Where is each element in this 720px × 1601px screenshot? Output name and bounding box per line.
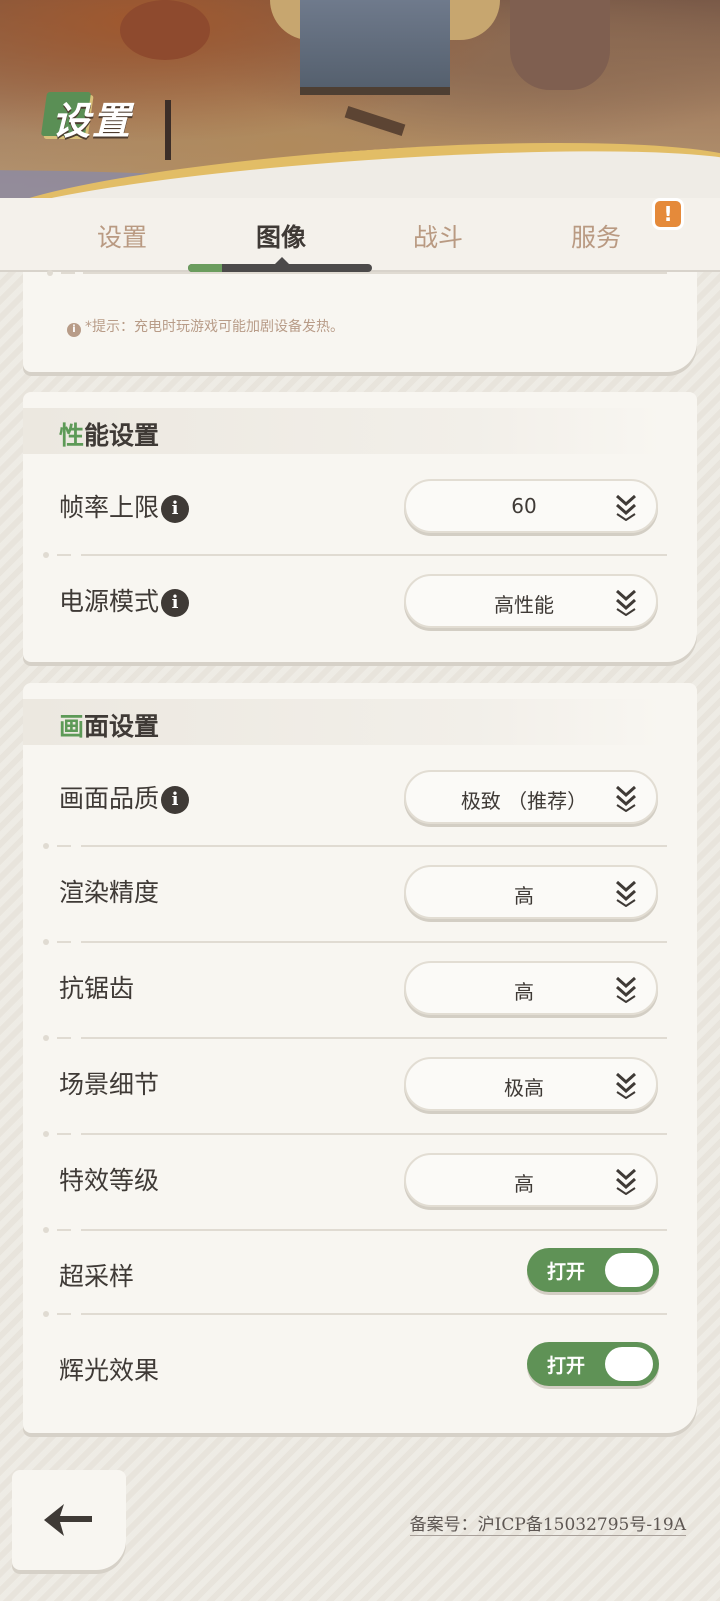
effects-level-label: 特效等级 <box>59 1166 160 1195</box>
previous-settings-card: i *提示：充电时玩游戏可能加剧设备发热。 <box>23 270 697 372</box>
info-icon[interactable]: i <box>161 495 190 523</box>
anti-aliasing-label: 抗锯齿 <box>59 974 135 1003</box>
back-arrow-icon <box>44 1504 92 1536</box>
performance-settings-card: 性能设置 帧率上限 i 60 电源模式 i 高性能 <box>23 392 697 662</box>
tab-settings[interactable]: 设置 <box>62 218 182 254</box>
frame-rate-label: 帧率上限 i <box>59 488 190 524</box>
scene-detail-select[interactable]: 极高 <box>404 1057 658 1111</box>
scene-detail-label: 场景细节 <box>59 1070 160 1099</box>
supersampling-label: 超采样 <box>59 1262 135 1291</box>
bloom-label: 辉光效果 <box>59 1356 160 1385</box>
chevron-down-icon <box>616 785 636 812</box>
anti-aliasing-select[interactable]: 高 <box>404 961 658 1015</box>
effects-level-select[interactable]: 高 <box>404 1153 658 1207</box>
quality-label: 画面品质 i <box>59 779 190 815</box>
info-icon[interactable]: i <box>161 786 190 814</box>
chevron-down-icon <box>616 976 636 1003</box>
render-precision-label: 渲染精度 <box>59 878 160 907</box>
power-mode-label: 电源模式 i <box>59 582 190 618</box>
charging-hint: i *提示：充电时玩游戏可能加剧设备发热。 <box>67 316 344 337</box>
section-title-performance: 性能设置 <box>59 421 160 450</box>
toggle-knob <box>605 1253 653 1287</box>
tab-service[interactable]: 服务 <box>536 218 656 254</box>
power-mode-select[interactable]: 高性能 <box>404 574 658 628</box>
page-title: 设置 <box>52 99 133 143</box>
tab-battle[interactable]: 战斗 <box>378 218 498 254</box>
chevron-down-icon <box>616 589 636 616</box>
back-button[interactable] <box>12 1470 126 1570</box>
header-banner: 设置 <box>0 0 720 210</box>
chevron-down-icon <box>616 494 636 521</box>
info-icon[interactable]: i <box>161 589 190 617</box>
supersampling-toggle[interactable]: 打开 <box>527 1248 659 1292</box>
graphics-settings-card: 画面设置 画面品质 i 极致 （推荐） 渲染精度 高 抗锯齿 高 场景细节 极高 … <box>23 683 697 1433</box>
toggle-knob <box>605 1347 653 1381</box>
tab-bar: 设置 图像 战斗 服务 <box>0 198 720 272</box>
info-small-icon: i <box>67 323 81 337</box>
chevron-down-icon <box>616 1168 636 1195</box>
frame-rate-select[interactable]: 60 <box>404 479 658 533</box>
render-precision-select[interactable]: 高 <box>404 865 658 919</box>
icp-filing-link[interactable]: 备案号：沪ICP备15032795号-19A <box>409 1510 686 1536</box>
chevron-down-icon <box>616 880 636 907</box>
bloom-toggle[interactable]: 打开 <box>527 1342 659 1386</box>
section-title-graphics: 画面设置 <box>59 712 160 741</box>
tab-graphics[interactable]: 图像 <box>221 218 341 254</box>
chevron-down-icon <box>616 1072 636 1099</box>
alert-icon[interactable]: ! <box>652 198 684 230</box>
tab-caret-icon <box>273 257 291 266</box>
quality-select[interactable]: 极致 （推荐） <box>404 770 658 824</box>
